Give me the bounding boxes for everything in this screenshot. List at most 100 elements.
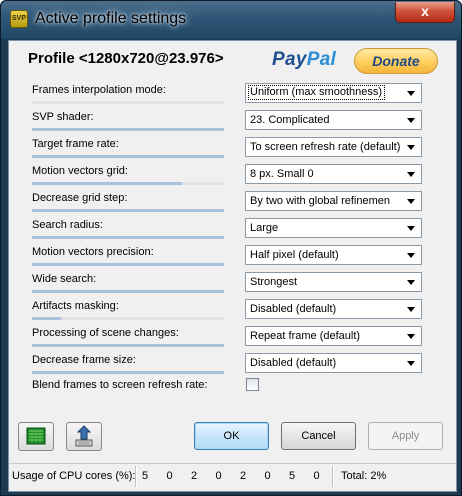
cpu-core-usage: 2 <box>240 470 247 482</box>
setting-level-fill <box>32 209 224 212</box>
svp-app-icon: SVP <box>10 10 28 28</box>
chevron-down-icon[interactable] <box>407 118 415 123</box>
setting-level-track <box>32 155 224 158</box>
setting-level-fill <box>32 236 224 239</box>
setting-dropdown[interactable]: Strongest <box>245 272 422 292</box>
setting-label: Processing of scene changes: <box>32 327 179 339</box>
setting-label: Motion vectors precision: <box>32 246 154 258</box>
setting-dropdown[interactable]: 8 px. Small 0 <box>245 164 422 184</box>
status-separator <box>332 466 334 487</box>
graph-tool-button[interactable] <box>18 422 54 451</box>
donate-button[interactable]: Donate <box>354 48 438 74</box>
ok-button[interactable]: OK <box>194 422 269 450</box>
setting-label: Target frame rate: <box>32 138 119 150</box>
setting-dropdown-value: Large <box>250 222 279 234</box>
chevron-down-icon[interactable] <box>407 145 415 150</box>
setting-level-fill <box>32 155 224 158</box>
setting-dropdown[interactable]: Uniform (max smoothness) <box>245 83 422 103</box>
setting-dropdown-value: 8 px. Small 0 <box>250 168 314 180</box>
save-profile-button[interactable] <box>66 422 102 451</box>
blend-frames-checkbox[interactable] <box>246 378 259 391</box>
setting-level-track <box>32 317 224 320</box>
status-bar: Usage of CPU cores (%): 5 0 2 0 2 0 5 0 Total: … <box>9 463 456 490</box>
chevron-down-icon[interactable] <box>407 253 415 258</box>
setting-level-track <box>32 290 224 293</box>
chevron-down-icon[interactable] <box>407 307 415 312</box>
setting-dropdown[interactable]: Half pixel (default) <box>245 245 422 265</box>
window-title: Active profile settings <box>35 10 187 27</box>
setting-dropdown[interactable]: Disabled (default) <box>245 353 422 373</box>
dialog-body: Profile <1280x720@23.976> PayPal Donate … <box>8 40 457 492</box>
setting-label: Artifacts masking: <box>32 300 119 312</box>
setting-dropdown-value: Disabled (default) <box>250 303 337 315</box>
cpu-core-usage: 2 <box>191 470 198 482</box>
setting-row: Decrease grid step: By two with global re… <box>9 189 456 216</box>
setting-label: Blend frames to screen refresh rate: <box>32 379 208 391</box>
setting-row: Motion vectors precision: Half pixel (def… <box>9 243 456 270</box>
chevron-down-icon[interactable] <box>407 334 415 339</box>
setting-dropdown[interactable]: By two with global refinemen <box>245 191 422 211</box>
setting-dropdown[interactable]: Disabled (default) <box>245 299 422 319</box>
setting-label: SVP shader: <box>32 111 94 123</box>
chevron-down-icon[interactable] <box>407 226 415 231</box>
setting-dropdown-value: 23. Complicated <box>250 114 330 126</box>
cancel-button[interactable]: Cancel <box>281 422 356 450</box>
setting-level-fill <box>32 371 224 374</box>
setting-dropdown-value: Disabled (default) <box>250 357 337 369</box>
chevron-down-icon[interactable] <box>407 280 415 285</box>
setting-row: Artifacts masking: Disabled (default) <box>9 297 456 324</box>
chevron-down-icon[interactable] <box>407 199 415 204</box>
setting-row-blend-frames: Blend frames to screen refresh rate: <box>9 376 456 403</box>
setting-label: Wide search: <box>32 273 97 285</box>
setting-row: Search radius: Large <box>9 216 456 243</box>
setting-label: Decrease grid step: <box>32 192 128 204</box>
paypal-logo-part2: Pal <box>306 49 337 70</box>
setting-dropdown-value: By two with global refinemen <box>250 195 391 207</box>
setting-label: Motion vectors grid: <box>32 165 128 177</box>
setting-level-track <box>32 263 224 266</box>
setting-dropdown-value: Strongest <box>250 276 298 288</box>
chevron-down-icon[interactable] <box>407 91 415 96</box>
setting-row: Decrease frame size: Disabled (default) <box>9 351 456 378</box>
setting-dropdown[interactable]: 23. Complicated <box>245 110 422 130</box>
setting-dropdown[interactable]: To screen refresh rate (default) <box>245 137 422 157</box>
paypal-logo-part1: Pay <box>272 49 307 70</box>
setting-level-fill <box>32 263 224 266</box>
chevron-down-icon[interactable] <box>407 361 415 366</box>
cpu-core-usage: 5 <box>289 470 296 482</box>
cpu-core-usage: 0 <box>313 470 320 482</box>
setting-dropdown[interactable]: Repeat frame (default) <box>245 326 422 346</box>
cpu-core-usage: 0 <box>166 470 173 482</box>
setting-row: SVP shader: 23. Complicated <box>9 108 456 135</box>
setting-dropdown-value: Uniform (max smoothness) <box>247 85 386 100</box>
setting-level-track <box>32 128 224 131</box>
cpu-core-usage: 0 <box>215 470 222 482</box>
setting-dropdown[interactable]: Large <box>245 218 422 238</box>
setting-row: Motion vectors grid: 8 px. Small 0 <box>9 162 456 189</box>
setting-label: Decrease frame size: <box>32 354 136 366</box>
setting-dropdown-value: To screen refresh rate (default) <box>250 141 401 153</box>
setting-level-track <box>32 371 224 374</box>
setting-label: Frames interpolation mode: <box>32 84 166 96</box>
cpu-usage-label: Usage of CPU cores (%): <box>12 470 136 482</box>
close-button[interactable]: x <box>395 2 455 23</box>
setting-level-track <box>32 182 224 185</box>
setting-row: Target frame rate: To screen refresh rate… <box>9 135 456 162</box>
settings-window: SVP Active profile settings x Profile <1… <box>0 0 462 496</box>
setting-row: Wide search: Strongest <box>9 270 456 297</box>
setting-level-track <box>32 236 224 239</box>
cpu-total: Total: 2% <box>341 470 387 482</box>
setting-row: Processing of scene changes: Repeat frame… <box>9 324 456 351</box>
setting-level-fill <box>32 344 224 347</box>
graph-icon <box>26 427 46 445</box>
setting-level-track <box>32 101 224 104</box>
save-icon <box>75 425 93 447</box>
apply-button[interactable]: Apply <box>368 422 443 450</box>
setting-label: Search radius: <box>32 219 103 231</box>
setting-level-fill <box>32 128 224 131</box>
setting-row: Frames interpolation mode: Uniform (max s… <box>9 81 456 108</box>
chevron-down-icon[interactable] <box>407 172 415 177</box>
cpu-core-usage: 5 <box>142 470 149 482</box>
setting-dropdown-value: Half pixel (default) <box>250 249 339 261</box>
title-bar[interactable]: SVP Active profile settings x <box>1 1 461 39</box>
